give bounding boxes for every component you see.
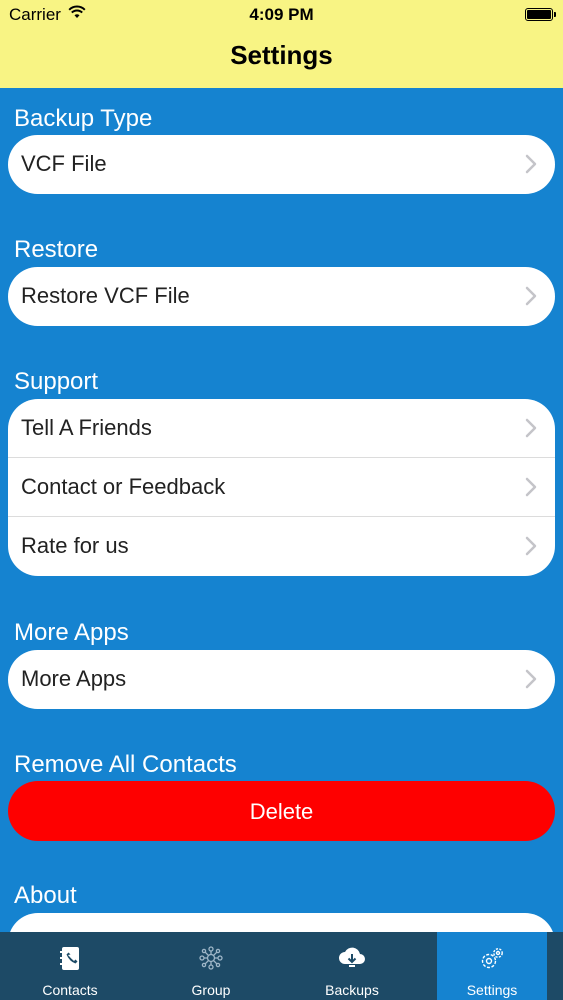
- chevron-right-icon: [525, 286, 537, 311]
- section-header-backup-type: Backup Type: [14, 105, 153, 132]
- delete-all-button[interactable]: Delete: [8, 781, 555, 841]
- chevron-right-icon: [525, 669, 537, 694]
- tab-contacts[interactable]: Contacts: [0, 932, 140, 1000]
- row-label: VCF File: [21, 151, 107, 176]
- tab-settings[interactable]: Settings: [437, 932, 547, 1000]
- chevron-right-icon: [525, 477, 537, 502]
- battery-icon: [525, 8, 556, 21]
- restore-group: Restore VCF File: [8, 267, 555, 326]
- section-header-support: Support: [14, 368, 99, 395]
- backup-type-group: VCF File: [8, 135, 555, 194]
- more-apps-group: More Apps: [8, 650, 555, 709]
- tab-label: Contacts: [42, 982, 98, 998]
- tab-bar: Contacts Group Backups Settings: [0, 932, 563, 1000]
- row-rate-for-us[interactable]: Rate for us: [8, 517, 555, 576]
- chevron-right-icon: [525, 536, 537, 561]
- tab-backups[interactable]: Backups: [282, 932, 422, 1000]
- gear-icon: [437, 946, 547, 972]
- chevron-right-icon: [525, 418, 537, 443]
- settings-list[interactable]: Backup Type VCF File Restore Restore VCF…: [0, 88, 563, 932]
- tab-label: Backups: [325, 982, 379, 998]
- row-contact-feedback[interactable]: Contact or Feedback: [8, 458, 555, 517]
- status-bar: Carrier 4:09 PM: [0, 0, 563, 30]
- section-header-restore: Restore: [14, 236, 99, 263]
- chevron-right-icon: [525, 154, 537, 179]
- row-label: Tell A Friends: [21, 415, 152, 440]
- row-label: Contact or Feedback: [21, 474, 226, 499]
- row-label: Restore VCF File: [21, 283, 190, 308]
- tab-label: Settings: [466, 982, 518, 998]
- section-header-more-apps: More Apps: [14, 619, 129, 646]
- clock: 4:09 PM: [249, 5, 314, 24]
- section-header-about: About: [14, 882, 77, 909]
- page-title: Settings: [230, 40, 333, 70]
- section-header-remove-all: Remove All Contacts: [14, 751, 237, 778]
- about-group[interactable]: [8, 913, 555, 932]
- tab-label: Group: [191, 982, 231, 998]
- row-vcf-file[interactable]: VCF File: [8, 135, 555, 194]
- row-label: Rate for us: [21, 533, 129, 558]
- support-group: Tell A Friends Contact or Feedback Rate …: [8, 399, 555, 576]
- cloud-download-icon: [282, 946, 422, 972]
- group-network-icon: [141, 946, 281, 972]
- row-label: More Apps: [21, 666, 127, 691]
- row-more-apps[interactable]: More Apps: [8, 650, 555, 709]
- row-restore-vcf-file[interactable]: Restore VCF File: [8, 267, 555, 326]
- navigation-bar: Carrier 4:09 PM Settings: [0, 0, 563, 88]
- contacts-book-icon: [0, 946, 140, 972]
- row-tell-a-friend[interactable]: Tell A Friends: [8, 399, 555, 458]
- tab-group[interactable]: Group: [141, 932, 281, 1000]
